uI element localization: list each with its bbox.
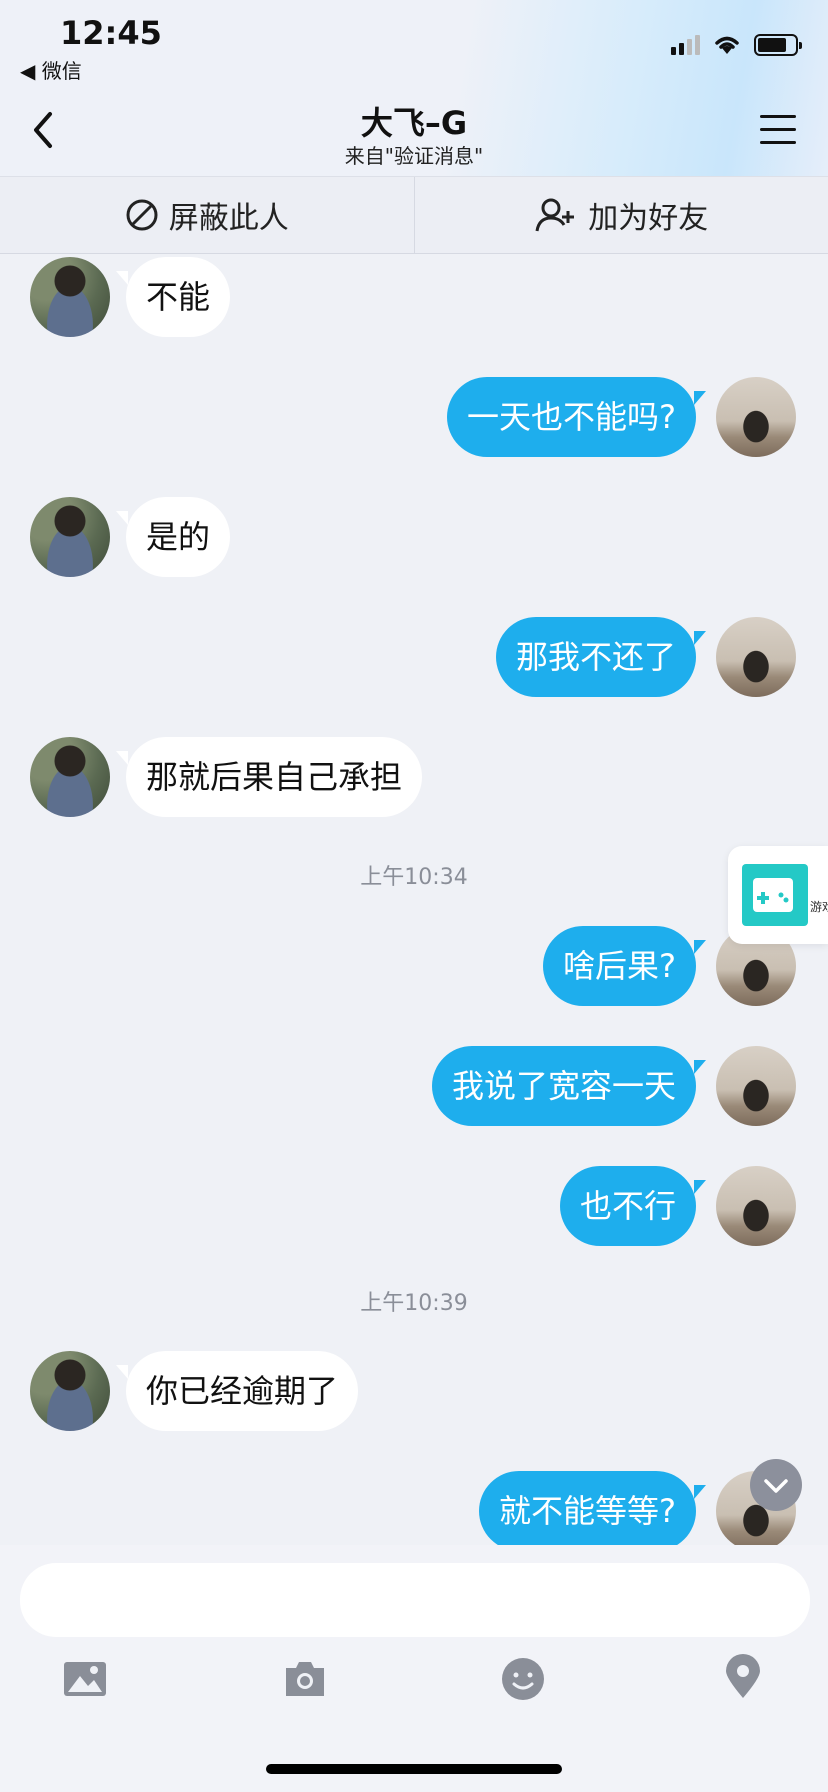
add-friend-button[interactable]: 加为好友: [413, 177, 828, 253]
message-incoming: 那就后果自己承担: [30, 737, 423, 817]
message-bubble[interactable]: 你已经逾期了: [115, 1351, 359, 1431]
block-user-label: 屏蔽此人: [168, 201, 289, 236]
message-outgoing: 我说了宽容一天: [431, 1046, 796, 1126]
message-bubble[interactable]: 那我不还了: [495, 617, 707, 697]
game-card-label: 游戏: [810, 900, 828, 914]
message-input[interactable]: [20, 1563, 810, 1637]
back-to-wechat-link[interactable]: ◀ 微信: [20, 55, 82, 84]
message-incoming: 不能: [30, 257, 231, 337]
contact-avatar[interactable]: [30, 737, 110, 817]
contact-avatar[interactable]: [30, 257, 110, 337]
message-bubble[interactable]: 那就后果自己承担: [115, 737, 423, 817]
message-bubble[interactable]: 也不行: [559, 1166, 707, 1246]
message-list[interactable]: 不能 一天也不能吗? 是的 那我不还了 那就后果自己承担 上午10:34 啥后果…: [0, 253, 828, 1545]
add-user-icon: [535, 198, 575, 232]
chevron-down-icon: [764, 1479, 788, 1493]
message-incoming: 你已经逾期了: [30, 1351, 359, 1431]
message-bubble[interactable]: 不能: [115, 257, 231, 337]
status-indicators: [671, 34, 802, 56]
chat-subtitle: 来自"验证消息": [344, 144, 484, 168]
wifi-icon: [715, 36, 739, 54]
message-bubble[interactable]: 就不能等等?: [479, 1471, 706, 1545]
top-bar: 12:45 ◀ 微信 大飞–G 来自"验证消息": [0, 0, 828, 176]
my-avatar[interactable]: [716, 1166, 796, 1246]
message-bubble[interactable]: 啥后果?: [543, 926, 706, 1006]
menu-icon[interactable]: [760, 115, 796, 147]
message-outgoing: 那我不还了: [495, 617, 796, 697]
contact-avatar[interactable]: [30, 497, 110, 577]
message-bubble[interactable]: 是的: [115, 497, 231, 577]
block-user-button[interactable]: 屏蔽此人: [0, 177, 414, 253]
home-indicator: [266, 1764, 562, 1774]
my-avatar[interactable]: [716, 377, 796, 457]
image-icon[interactable]: [62, 1656, 108, 1702]
scroll-to-bottom-button[interactable]: [750, 1459, 802, 1511]
message-outgoing: 也不行: [559, 1166, 796, 1246]
chat-title: 大飞–G: [360, 104, 468, 142]
camera-icon[interactable]: [282, 1656, 328, 1702]
gamepad-icon: [742, 864, 808, 926]
status-time: 12:45: [60, 14, 162, 52]
stranger-action-bar: 屏蔽此人 加为好友: [0, 176, 828, 254]
timestamp: 上午10:39: [360, 1291, 468, 1316]
message-outgoing: 一天也不能吗?: [447, 377, 796, 457]
my-avatar[interactable]: [716, 1046, 796, 1126]
add-friend-label: 加为好友: [588, 201, 709, 236]
block-icon: [126, 199, 158, 231]
message-bubble[interactable]: 我说了宽容一天: [431, 1046, 707, 1126]
message-incoming: 是的: [30, 497, 231, 577]
cellular-signal-icon: [671, 35, 700, 55]
input-bar: [0, 1545, 828, 1792]
message-bubble[interactable]: 一天也不能吗?: [447, 377, 706, 457]
message-outgoing: 就不能等等?: [479, 1471, 796, 1545]
game-center-floating-card[interactable]: 游戏: [728, 846, 828, 944]
emoji-icon[interactable]: [500, 1656, 546, 1702]
my-avatar[interactable]: [716, 617, 796, 697]
location-icon[interactable]: [720, 1654, 766, 1700]
timestamp: 上午10:34: [360, 865, 468, 890]
battery-icon: [754, 34, 802, 56]
contact-avatar[interactable]: [30, 1351, 110, 1431]
